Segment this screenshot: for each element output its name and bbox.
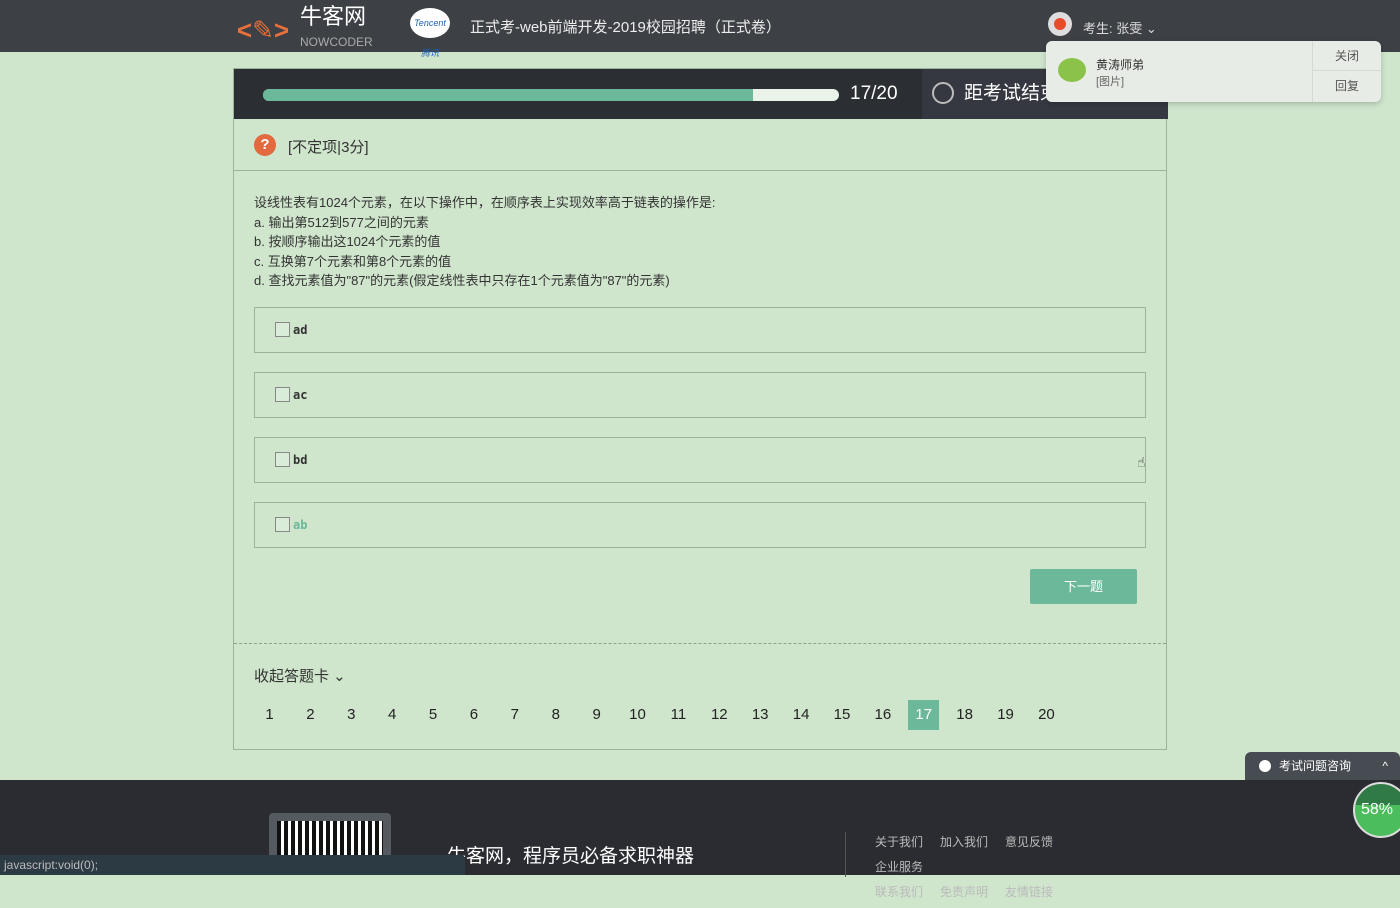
checkbox[interactable] [275,386,290,402]
footer-slogan: 牛客网，程序员必备求职神器 [447,846,695,867]
footer-link[interactable]: 免责声明 [940,883,988,900]
footer-link[interactable]: 企业服务 [875,858,923,875]
footer-link[interactable]: 友情链接 [1005,883,1053,900]
answer-card-number[interactable]: 5 [418,700,449,730]
question-line: b. 按顺序输出这1024个元素的值 [254,234,441,249]
consult-label: 考试问题咨询 [1279,759,1352,773]
footer-link[interactable]: 联系我们 [875,883,923,900]
option-label: bd [293,452,308,467]
question-line: c. 互换第7个元素和第8个元素的值 [254,253,452,269]
answer-card-number[interactable]: 7 [499,700,530,730]
option-ac[interactable]: ac [254,371,1146,418]
answer-card-number[interactable]: 4 [377,700,408,730]
question-type: [不定项|3分] [288,139,369,156]
footer-link[interactable]: 加入我们 [940,833,988,850]
answer-card-number[interactable]: 10 [622,700,653,730]
question-line: a. 输出第512到577之间的元素 [254,214,429,230]
chat-icon [1259,760,1271,772]
answer-card-number[interactable]: 19 [990,700,1021,730]
divider [845,832,846,877]
answer-card-number[interactable]: 18 [949,700,980,730]
progress-count: 17/20 [850,83,898,104]
footer-link[interactable]: 意见反馈 [1005,833,1053,850]
option-label: ad [293,322,308,337]
chevron-up-icon[interactable]: ^ [1382,752,1388,780]
progress-header: 17/20 距考试结束 [234,69,1168,119]
question-line: 设线性表有1024个元素，在以下操作中，在顺序表上实现效率高于链表的操作是: [254,195,716,210]
answer-card-number[interactable]: 15 [826,700,857,730]
answer-card-number[interactable]: 16 [867,700,898,730]
logo-icon: <✎> [236,14,290,45]
answer-card-number[interactable]: 3 [336,700,367,730]
divider [234,643,1166,644]
user-menu[interactable]: 考生: 张雯 ⌄ [1083,18,1157,37]
wechat-icon [1058,58,1086,82]
progress-fill [263,89,753,101]
checkbox[interactable] [275,321,290,337]
stopwatch-icon [932,82,954,104]
answer-card-number[interactable]: 14 [786,700,817,730]
question-panel: 17/20 距考试结束 ? [不定项|3分] 设线性表有1024个元素，在以下操… [233,68,1168,750]
question-line: d. 查找元素值为"87"的元素(假定线性表中只存在1个元素值为"87"的元素) [254,273,670,288]
progress-bar [263,89,839,101]
hand-cursor-icon: ☝ [1137,454,1146,470]
notification-reply-button[interactable]: 回复 [1313,71,1381,101]
consult-widget[interactable]: 考试问题咨询 ^ [1245,752,1400,780]
exam-title: 正式考-web前端开发-2019校园招聘（正式卷） [470,19,781,36]
answer-card-number[interactable]: 1 [254,700,285,730]
answer-card-number[interactable]: 12 [704,700,735,730]
logo-text: 牛客网 [300,4,367,29]
option-label: ac [293,387,308,402]
answer-card-number[interactable]: 11 [663,700,694,730]
notification-sender: 黄涛师弟 [1096,58,1145,72]
next-question-button[interactable]: 下一题 [1030,569,1137,604]
option-ab[interactable]: ab [254,501,1146,548]
answer-card-number[interactable]: 6 [458,700,489,730]
notification-message: [图片] [1096,76,1125,88]
tencent-logo: Tencent 腾讯 [410,8,450,58]
timer-label: 距考试结束 [964,83,1060,104]
answer-card: 1 2 3 4 5 6 7 8 9 10 11 12 13 14 15 16 17 18 19 20 [254,700,1072,730]
status-bar: javascript:void(0); [0,855,465,875]
answer-card-number[interactable]: 17 [908,700,940,730]
speed-ball[interactable]: 58% [1353,782,1400,838]
option-label: ab [293,517,308,532]
answer-card-number[interactable]: 8 [540,700,571,730]
nowcoder-logo[interactable]: <✎> 牛客网 NOWCODER [234,6,373,53]
notification-close-button[interactable]: 关闭 [1313,41,1381,71]
logo-subtext: NOWCODER [300,35,373,49]
checkbox[interactable] [275,516,290,532]
footer-link[interactable]: 关于我们 [875,833,923,850]
answer-card-number[interactable]: 20 [1031,700,1062,730]
wechat-notification: 黄涛师弟 [图片] 关闭 回复 [1046,41,1381,102]
option-bd[interactable]: bd [254,436,1146,483]
answer-card-number[interactable]: 13 [745,700,776,730]
checkbox[interactable] [275,451,290,467]
option-ad[interactable]: ad [254,306,1146,353]
answer-card-number[interactable]: 2 [295,700,326,730]
camera-icon [1048,12,1072,36]
question-icon: ? [254,134,276,156]
collapse-answer-card[interactable]: 收起答题卡 ⌄ [254,665,346,686]
answer-card-number[interactable]: 9 [581,700,612,730]
